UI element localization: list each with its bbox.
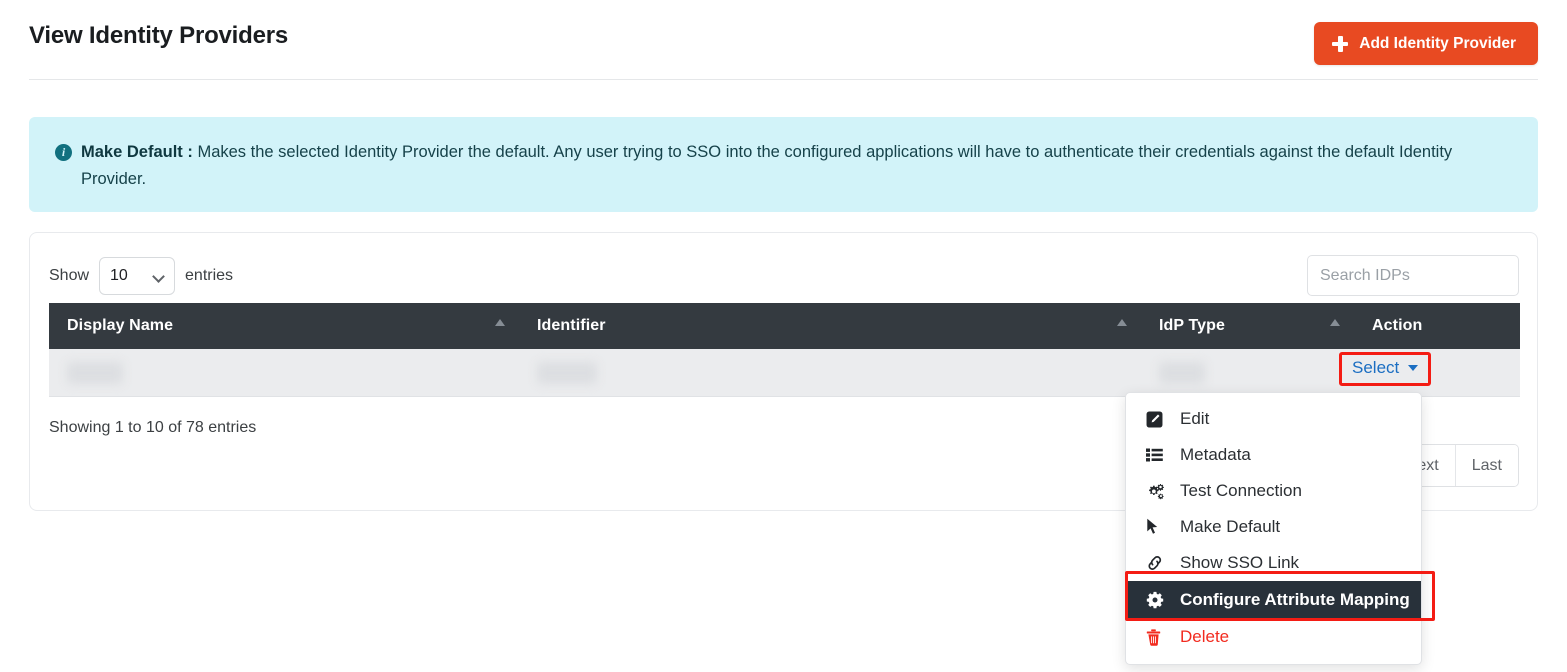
redacted-value — [537, 361, 597, 384]
column-header-action: Action — [1354, 303, 1520, 349]
table-info: Showing 1 to 10 of 78 entries — [49, 419, 257, 436]
dropdown-item-label: Show SSO Link — [1180, 553, 1300, 572]
link-icon — [1146, 555, 1168, 571]
header-divider — [29, 79, 1538, 80]
pencil-square-icon — [1146, 411, 1168, 428]
column-label: IdP Type — [1159, 317, 1226, 334]
info-banner: i Make Default : Makes the selected Iden… — [29, 117, 1538, 212]
entries-label: entries — [185, 267, 234, 284]
dropdown-item-show-sso-link[interactable]: Show SSO Link — [1126, 545, 1421, 581]
page-header: View Identity Providers Add Identity Pro… — [0, 0, 1567, 80]
dropdown-item-edit[interactable]: Edit — [1126, 401, 1421, 437]
table-controls: Show 10 entries — [30, 233, 1537, 303]
column-header-idp-type[interactable]: IdP Type — [1141, 303, 1354, 349]
select-button-label: Select — [1352, 357, 1400, 377]
column-label: Action — [1372, 317, 1423, 334]
select-button-highlight: Select — [1339, 351, 1432, 386]
caret-down-icon — [1408, 364, 1419, 371]
select-button[interactable]: Select — [1344, 356, 1426, 382]
cell-idp-type — [1141, 349, 1354, 397]
dropdown-item-delete[interactable]: Delete — [1126, 619, 1421, 655]
table-row: Select — [49, 349, 1520, 397]
cogs-icon — [1146, 483, 1168, 500]
search-input[interactable] — [1307, 255, 1519, 296]
page-title: View Identity Providers — [29, 22, 289, 49]
dropdown-item-label: Make Default — [1180, 517, 1281, 536]
cell-display-name — [49, 349, 519, 397]
redacted-value — [67, 361, 123, 384]
table-header-row: Display Name Identifier IdP Type Action — [49, 303, 1520, 349]
idp-table: Display Name Identifier IdP Type Action — [49, 303, 1520, 397]
gear-icon — [1146, 591, 1168, 609]
sort-ascending-icon — [1330, 319, 1340, 326]
dropdown-item-make-default[interactable]: Make Default — [1126, 509, 1421, 545]
info-circle-icon: i — [55, 144, 72, 161]
chevron-down-icon — [152, 270, 165, 283]
page-root: View Identity Providers Add Identity Pro… — [0, 0, 1567, 672]
plus-icon — [1332, 35, 1349, 52]
sort-ascending-icon — [1117, 319, 1127, 326]
cell-identifier — [519, 349, 1141, 397]
list-icon — [1146, 448, 1168, 462]
pagination-last[interactable]: Last — [1455, 445, 1518, 486]
column-label: Identifier — [537, 317, 606, 334]
trash-icon — [1146, 628, 1168, 646]
dropdown-item-label: Delete — [1180, 627, 1230, 646]
action-dropdown-menu: Edit Metadata Test Connection Make Defau… — [1125, 392, 1422, 665]
page-length-value: 10 — [110, 267, 128, 284]
cell-action: Select — [1339, 349, 1520, 397]
column-header-identifier[interactable]: Identifier — [519, 303, 1141, 349]
dropdown-item-label: Test Connection — [1180, 481, 1302, 500]
dropdown-item-configure-attribute-mapping[interactable]: Configure Attribute Mapping — [1126, 581, 1421, 619]
sort-ascending-icon — [495, 319, 505, 326]
mouse-pointer-icon — [1146, 518, 1168, 536]
dropdown-item-label: Edit — [1180, 409, 1210, 428]
dropdown-item-metadata[interactable]: Metadata — [1126, 437, 1421, 473]
dropdown-item-test-connection[interactable]: Test Connection — [1126, 473, 1421, 509]
show-label: Show — [49, 267, 90, 284]
info-banner-body: Makes the selected Identity Provider the… — [81, 143, 1453, 188]
add-identity-provider-button[interactable]: Add Identity Provider — [1314, 22, 1538, 65]
page-length-select[interactable]: 10 — [99, 257, 176, 295]
show-entries-control: Show 10 entries — [49, 257, 233, 295]
info-banner-lead: Make Default : — [81, 143, 193, 161]
add-identity-provider-label: Add Identity Provider — [1359, 34, 1516, 52]
dropdown-item-label: Configure Attribute Mapping — [1180, 590, 1410, 609]
info-banner-text: Make Default : Makes the selected Identi… — [81, 139, 1510, 193]
column-label: Display Name — [67, 317, 174, 334]
redacted-value — [1159, 361, 1205, 384]
dropdown-item-label: Metadata — [1180, 445, 1251, 464]
column-header-display-name[interactable]: Display Name — [49, 303, 519, 349]
